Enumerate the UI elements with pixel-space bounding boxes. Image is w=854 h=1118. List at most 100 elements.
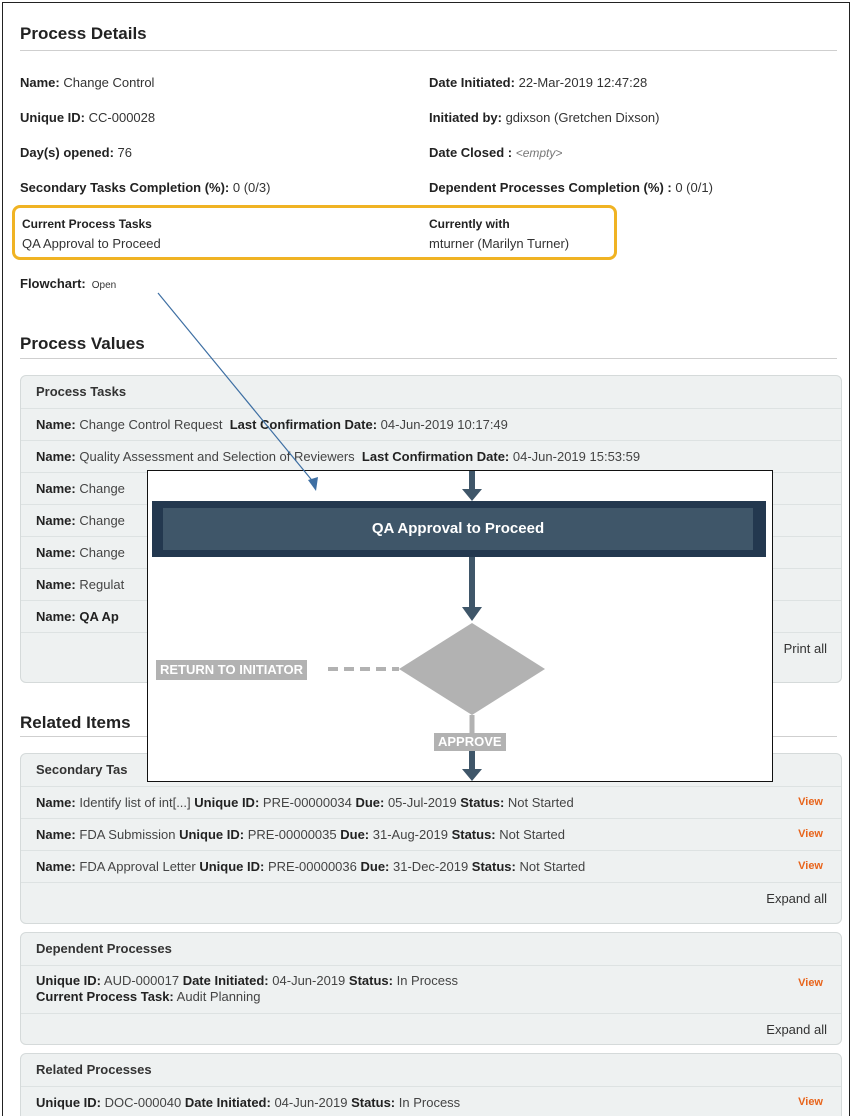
dependent-completion-label: Dependent Processes Completion (%) : [429,180,672,195]
currently-with-label: Currently with [429,217,510,231]
task-row[interactable]: Name: Change Control Request Last Confir… [21,409,841,441]
dependent-process-status: In Process [396,973,459,988]
date-closed-label: Date Closed : [429,145,513,160]
current-step-box: QA Approval to Proceed [152,501,766,557]
view-link[interactable]: View [798,975,823,991]
unique-id-label: Unique ID: [36,973,101,988]
secondary-task-row: Name: FDA Submission Unique ID: PRE-0000… [21,819,841,851]
name-label: Name: [36,827,76,842]
days-opened-field: Day(s) opened: 76 [20,145,132,160]
secondary-task-status: Not Started [519,859,586,874]
task-date: 04-Jun-2019 10:17:49 [380,417,508,432]
unique-id-label: Unique ID: [179,827,245,842]
related-processes-panel: Related Processes Unique ID: DOC-000040 … [20,1053,842,1116]
days-opened-label: Day(s) opened: [20,145,114,160]
view-link[interactable]: View [798,819,823,850]
view-link[interactable]: View [798,1087,823,1116]
secondary-task-name: FDA Submission [79,827,176,842]
current-task-highlight [12,205,617,260]
due-label: Due: [355,795,385,810]
days-opened-value: 76 [117,145,132,160]
secondary-task-name: Identify list of int[...] [79,795,191,810]
dependent-process-date: 04-Jun-2019 [272,973,346,988]
flow-arrowhead [462,489,482,501]
related-process-uid: DOC-000040 [104,1095,182,1110]
view-link[interactable]: View [798,787,823,818]
flow-arrowhead [462,769,482,781]
due-label: Due: [340,827,370,842]
status-label: Status: [471,859,516,874]
status-label: Status: [460,795,505,810]
secondary-task-row: Name: FDA Approval Letter Unique ID: PRE… [21,851,841,883]
task-name: Change [79,513,125,528]
secondary-task-status: Not Started [499,827,566,842]
initiated-by-value: gdixson (Gretchen Dixson) [505,110,660,125]
section-divider [20,50,837,51]
task-name: QA Ap [79,609,119,624]
task-name: Change Control Request [79,417,223,432]
related-process-row: Unique ID: DOC-000040 Date Initiated: 04… [21,1087,841,1116]
task-name: Quality Assessment and Selection of Revi… [79,449,355,464]
dependent-processes-panel: Dependent Processes Unique ID: AUD-00001… [20,932,842,1045]
current-tasks-label: Current Process Tasks [22,217,152,231]
name-label: Name: [36,417,76,432]
unique-id-label: Unique ID: [199,859,265,874]
related-process-status: In Process [398,1095,461,1110]
secondary-completion-field: Secondary Tasks Completion (%): 0 (0/3) [20,180,270,195]
process-values-title: Process Values [20,334,145,353]
name-value: Change Control [63,75,155,90]
name-label: Name: [36,481,76,496]
name-field: Name: Change Control [20,75,154,90]
last-confirmation-label: Last Confirmation Date: [229,417,378,432]
secondary-task-uid: PRE-00000036 [267,859,357,874]
date-closed-value: <empty> [515,146,563,160]
date-initiated-label: Date Initiated: [182,973,269,988]
name-label: Name: [36,577,76,592]
dependent-processes-footer: Expand all [21,1014,841,1044]
expand-all-button[interactable]: Expand all [766,1022,827,1037]
task-name: Change [79,481,125,496]
dependent-processes-header: Dependent Processes [21,933,841,966]
status-label: Status: [451,827,496,842]
unique-id-label: Unique ID: [194,795,260,810]
date-closed-field: Date Closed : <empty> [429,145,562,160]
process-details-title: Process Details [20,24,147,43]
decision-diamond [399,623,545,715]
secondary-completion-label: Secondary Tasks Completion (%): [20,180,230,195]
name-label: Name: [20,75,60,90]
dependent-completion-field: Dependent Processes Completion (%) : 0 (… [429,180,713,195]
view-link[interactable]: View [798,851,823,882]
secondary-task-uid: PRE-00000035 [247,827,337,842]
expand-all-button[interactable]: Expand all [766,891,827,906]
date-initiated-value: 22-Mar-2019 12:47:28 [518,75,648,90]
secondary-task-due: 31-Aug-2019 [372,827,448,842]
status-label: Status: [348,973,393,988]
current-process-task-label: Current Process Task: [36,989,174,1004]
dependent-process-line: Unique ID: AUD-000017 Date Initiated: 04… [36,973,841,989]
last-confirmation-label: Last Confirmation Date: [361,449,510,464]
task-date: 04-Jun-2019 15:53:59 [512,449,641,464]
name-label: Name: [36,545,76,560]
current-step-label: QA Approval to Proceed [163,508,753,550]
task-row[interactable]: Name: Quality Assessment and Selection o… [21,441,841,473]
current-task-value: QA Approval to Proceed [22,236,161,251]
dependent-process-row: Unique ID: AUD-000017 Date Initiated: 04… [21,966,841,1014]
secondary-task-due: 05-Jul-2019 [387,795,457,810]
date-initiated-field: Date Initiated: 22-Mar-2019 12:47:28 [429,75,647,90]
secondary-tasks-footer: Expand all [21,883,841,914]
dependent-completion-value: 0 (0/1) [675,180,713,195]
dependent-process-uid: AUD-000017 [103,973,180,988]
dependent-process-task: Audit Planning [176,989,261,1004]
initiated-by-field: Initiated by: gdixson (Gretchen Dixson) [429,110,659,125]
flowchart-callout: QA Approval to Proceed RETURN TO INITIAT… [147,470,773,782]
date-initiated-label: Date Initiated: [184,1095,271,1110]
secondary-task-due: 31-Dec-2019 [393,859,469,874]
name-label: Name: [36,609,76,624]
approve-label: APPROVE [434,733,506,751]
task-name: Change [79,545,125,560]
due-label: Due: [360,859,390,874]
flowchart-open-link[interactable]: Open [92,280,116,291]
secondary-completion-value: 0 (0/3) [232,180,271,195]
print-all-button[interactable]: Print all [784,641,827,656]
unique-id-value: CC-000028 [88,110,156,125]
